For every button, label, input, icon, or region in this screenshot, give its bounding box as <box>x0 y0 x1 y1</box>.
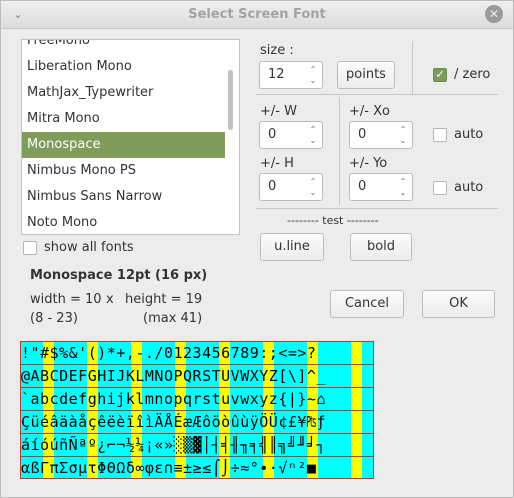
list-item[interactable]: Noto Mono <box>22 210 225 234</box>
underline-button[interactable]: u.line <box>260 233 324 261</box>
points-button[interactable]: points <box>337 61 395 89</box>
max-info: (max 41) <box>143 311 203 326</box>
range-info: (8 - 23) <box>30 311 78 326</box>
font-info: Monospace 12pt (16 px) <box>30 268 208 283</box>
divider <box>412 41 413 95</box>
show-all-fonts-label: show all fonts <box>44 240 134 255</box>
list-item[interactable]: Mitra Mono <box>22 106 225 132</box>
list-item[interactable]: Nimbus Mono PS <box>22 158 225 184</box>
char-row: ÇüéâäàåçêëèïîìÄÅÉæÆôöòûùÿÖÜ¢£¥₧ƒ <box>21 413 326 431</box>
w-value: 0 <box>268 127 277 142</box>
test-label: -------- test -------- <box>287 214 379 227</box>
char-row: áíóúñÑªº¿⌐¬½¼¡«»░▒▓│┤╡╢╖╕╣║╗╝╜╛┐ <box>21 436 326 454</box>
w-spinner[interactable]: 0 ⌃ ⌄ <box>259 121 323 149</box>
list-item[interactable]: Nimbus Sans Narrow <box>22 184 225 210</box>
divider <box>256 94 498 95</box>
xo-auto-checkbox[interactable] <box>433 128 447 142</box>
spin-arrows-icon[interactable]: ⌃ ⌄ <box>308 176 318 198</box>
character-preview: !"#$%&'()*+,-./0123456789:;<=>? @ABCDEFG… <box>20 341 374 479</box>
yo-label: +/- Yo <box>349 156 388 171</box>
yo-auto-label: auto <box>454 180 484 195</box>
spin-arrows-icon[interactable]: ⌃ ⌄ <box>398 124 408 146</box>
char-row: !"#$%&'()*+,-./0123456789:;<=>? <box>21 344 317 362</box>
list-item[interactable]: Liberation Mono <box>22 54 225 80</box>
font-list[interactable]: FreeMono Liberation Mono MathJax_Typewri… <box>21 39 240 235</box>
yo-auto-checkbox[interactable] <box>433 181 447 195</box>
h-label: +/- H <box>260 156 294 171</box>
ok-button[interactable]: OK <box>422 290 495 318</box>
size-label: size : <box>260 43 294 58</box>
list-item[interactable]: FreeMono <box>22 40 225 54</box>
close-icon[interactable]: ✕ <box>485 5 503 23</box>
show-all-fonts-checkbox[interactable] <box>23 241 37 255</box>
xo-value: 0 <box>358 127 367 142</box>
height-info: height = 19 <box>125 292 203 307</box>
char-row: @ABCDEFGHIJKLMNOPQRSTUVWXYZ[\]^_ <box>21 367 326 385</box>
char-row: αßΓπΣσµτΦΘΩδ∞φε∩≡±≥≤⌠⌡÷≈°∙·√ⁿ²■ <box>21 459 317 477</box>
spin-arrows-icon[interactable]: ⌃ ⌄ <box>308 64 318 86</box>
times-sign: x <box>106 292 114 307</box>
h-value: 0 <box>268 179 277 194</box>
zero-label: / zero <box>454 67 491 82</box>
xo-spinner[interactable]: 0 ⌃ ⌄ <box>349 121 413 149</box>
size-value: 12 <box>268 67 285 82</box>
char-row: `abcdefghijklmnopqrstuvwxyz{|}~⌂ <box>21 390 326 408</box>
divider <box>339 97 340 205</box>
bold-button[interactable]: bold <box>350 233 412 261</box>
h-spinner[interactable]: 0 ⌃ ⌄ <box>259 173 323 201</box>
list-item-selected[interactable]: Monospace <box>22 132 225 158</box>
zero-checkbox[interactable]: ✓ <box>433 68 447 82</box>
title-bar: ⌄ Select Screen Font ✕ <box>1 1 513 29</box>
font-dialog: ⌄ Select Screen Font ✕ FreeMono Liberati… <box>0 0 514 498</box>
w-label: +/- W <box>260 104 297 119</box>
xo-label: +/- Xo <box>349 104 390 119</box>
cancel-button[interactable]: Cancel <box>330 290 404 318</box>
yo-spinner[interactable]: 0 ⌃ ⌄ <box>349 173 413 201</box>
spin-arrows-icon[interactable]: ⌃ ⌄ <box>398 176 408 198</box>
xo-auto-label: auto <box>454 127 484 142</box>
yo-value: 0 <box>358 179 367 194</box>
divider <box>256 208 498 209</box>
list-item[interactable]: MathJax_Typewriter <box>22 80 225 106</box>
width-info: width = 10 <box>30 292 102 307</box>
spin-arrows-icon[interactable]: ⌃ ⌄ <box>308 124 318 146</box>
list-scrollbar[interactable] <box>228 70 233 130</box>
window-title: Select Screen Font <box>188 7 326 22</box>
size-spinner[interactable]: 12 ⌃ ⌄ <box>259 61 323 89</box>
